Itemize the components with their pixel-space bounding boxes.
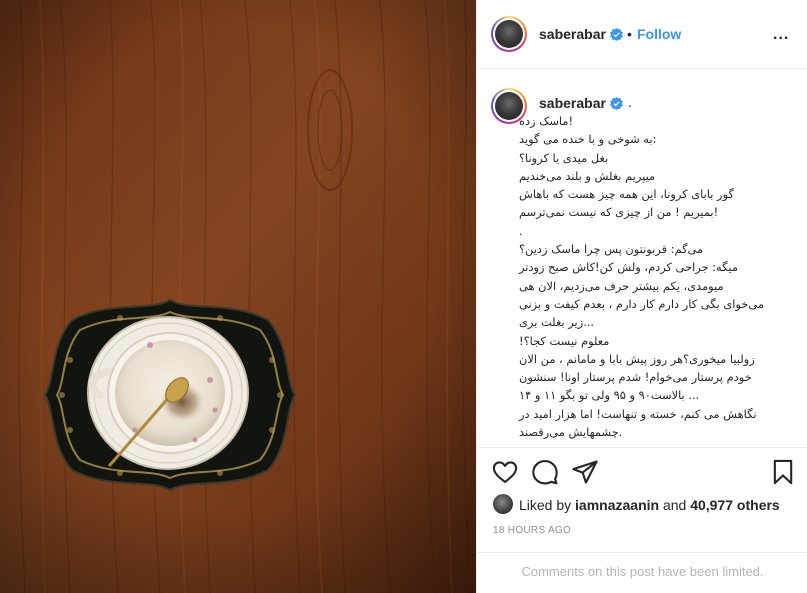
caption-line: میگه: جراحی کردم، ولش کن!کاش صبح زودتر <box>519 260 738 275</box>
author-avatar[interactable] <box>491 16 527 52</box>
likes-prefix: Liked by <box>519 497 572 513</box>
more-options-icon[interactable]: ... <box>773 26 789 44</box>
caption-line: !ماسک زده <box>519 114 574 128</box>
verified-badge-icon <box>610 28 623 41</box>
post-actions: Liked by iamnazaanin and 40,977 others 1… <box>477 447 807 592</box>
verified-badge-icon <box>610 97 623 110</box>
caption-line: می‌خوای بگی کار دارم کار دارم ، بعدم کیف… <box>519 296 764 311</box>
caption-line: .چشمهایش می‌رقصند <box>519 425 623 440</box>
likes-count[interactable]: 40,977 others <box>690 497 780 513</box>
bookmark-icon[interactable] <box>769 458 797 486</box>
post-timestamp[interactable]: 18 HOURS AGO <box>493 525 571 536</box>
avatar-image <box>495 20 523 48</box>
likes-and: and <box>662 497 687 513</box>
caption-line: !بمیریم ! من از چیزی که نیست نمی‌ترسم <box>519 205 719 220</box>
caption-line: زولبیا میخوری؟هر روز پیش بابا و مامانم ،… <box>519 351 755 366</box>
author-username[interactable]: saberabar <box>539 26 606 42</box>
caption-line: ... بالاست۹۰ و ۹۵ ولی تو بگو ۱۱ و ۱۴ <box>519 388 700 403</box>
caption-username[interactable]: saberabar <box>539 95 606 111</box>
heart-icon[interactable] <box>491 458 519 486</box>
caption-prefix: . <box>628 94 632 110</box>
caption-area: saberabar . !ماسک زده :به شوخی و با خنده… <box>477 70 807 446</box>
teacup-on-wooden-table-image <box>0 0 476 593</box>
caption-text: !ماسک زده :به شوخی و با خنده می گوید بغل… <box>519 112 789 441</box>
liker-username[interactable]: iamnazaanin <box>575 497 659 513</box>
caption-line: میومدی، یکم بیشتر حرف می‌زدیم، الان هی <box>519 278 724 293</box>
caption-line: معلوم نیست کجا؟! <box>519 333 610 348</box>
caption-line: خودم پرستار می‌خوام! شدم پرستار اونا! سن… <box>519 370 752 385</box>
caption-line: :به شوخی و با خنده می گوید <box>519 132 657 147</box>
post-header: saberabar • Follow ... <box>477 0 807 69</box>
caption-line: می‌گم: قربونتون پس چرا ماسک زدین؟ <box>519 242 704 257</box>
likes-text: Liked by iamnazaanin and 40,977 others <box>519 497 780 513</box>
caption-line: نگاهش می کنم، خسته و تنهاست! اما هزار ام… <box>519 406 757 421</box>
caption-line: بغل میدی یا کرونا؟ <box>519 150 609 165</box>
caption-line: . <box>519 223 523 238</box>
follow-separator: • <box>627 26 632 42</box>
caption-line: ...زیر بغلت بری <box>519 315 595 330</box>
liker-avatar[interactable] <box>493 494 513 514</box>
caption-line: میپریم بغلش و بلند می‌خندیم <box>519 168 656 183</box>
share-icon[interactable] <box>571 458 599 486</box>
likes-summary: Liked by iamnazaanin and 40,977 others <box>493 492 793 516</box>
caption-line: گور بابای کرونا، این همه چیز هست که باها… <box>519 187 734 202</box>
post-photo[interactable] <box>0 0 476 593</box>
post-panel: saberabar • Follow ... saberabar . !ماسک… <box>476 0 807 593</box>
comment-icon[interactable] <box>531 458 559 486</box>
comments-limited-notice: Comments on this post have been limited. <box>477 552 807 592</box>
follow-button[interactable]: Follow <box>637 26 681 42</box>
